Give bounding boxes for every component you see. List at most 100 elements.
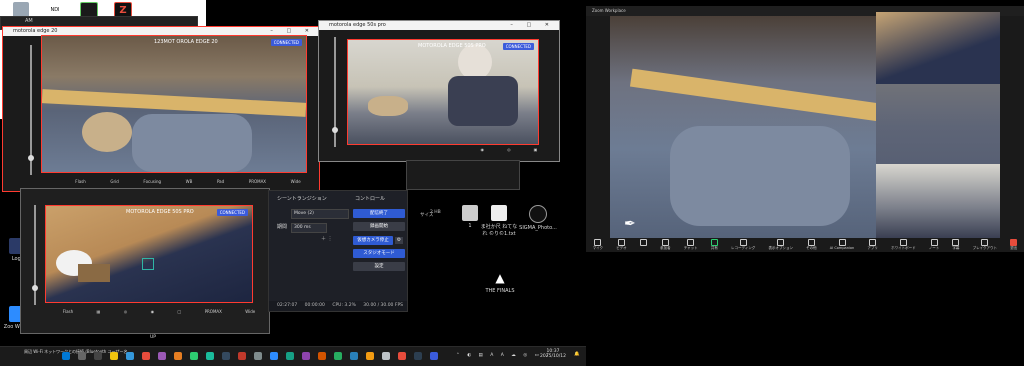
zoom-toolbar-whiteboard[interactable]: ホワイトボード xyxy=(891,238,916,252)
wb-control[interactable]: WB xyxy=(186,179,193,184)
desktop-icon-sigma[interactable]: SIGMA_Photo... xyxy=(518,205,558,231)
flash-control[interactable]: Flash xyxy=(75,179,85,184)
app-icon-8[interactable] xyxy=(286,352,294,360)
connected-badge: CONNECTED xyxy=(270,39,302,46)
zoom-slider[interactable] xyxy=(329,37,343,157)
promax-control[interactable]: PROMAX xyxy=(205,309,222,314)
zoom-toolbar-apps[interactable]: アプリ xyxy=(867,238,878,252)
zoom-gallery-tile-2 xyxy=(876,164,1000,238)
desktop-icon-finals[interactable]: ▲ THE FINALS xyxy=(482,270,518,294)
stop-streaming-button[interactable]: 配信終了 xyxy=(353,209,405,218)
zoom-toolbar-breakout[interactable]: ブレイクアウト xyxy=(973,238,997,252)
window-edge50[interactable]: motorola edge 50s pro – □ ✕ MOTOROLA EDG… xyxy=(318,20,560,162)
zoom-toolbar-ai[interactable]: AI Companion xyxy=(830,238,854,252)
zoom-slider[interactable] xyxy=(29,205,43,325)
edge-browser-icon[interactable] xyxy=(126,352,134,360)
zoom-toolbar-leave[interactable]: 退出 xyxy=(1010,238,1018,252)
app-icon-14[interactable] xyxy=(382,352,390,360)
start-recording-button[interactable]: 録画開始 xyxy=(353,222,405,231)
duration-input[interactable]: 300 ms xyxy=(291,223,327,233)
stream-time: 02:27:07 xyxy=(277,303,298,308)
wide-icon[interactable]: ▣ xyxy=(534,147,538,152)
start-icon[interactable] xyxy=(62,352,70,360)
slider-knob[interactable] xyxy=(32,285,38,291)
pad-control[interactable]: □ xyxy=(177,309,181,314)
chrome-icon[interactable] xyxy=(142,352,150,360)
window-background-strip xyxy=(406,160,520,190)
hb-label: 2 HB xyxy=(430,210,441,215)
zoom-toolbar-captions[interactable]: 字幕 xyxy=(952,238,960,252)
zoom-window[interactable]: Zoom Workplace ✒ マイク ビデオ 参加者 チャット 共有 レコー… xyxy=(586,6,1024,252)
title-bar[interactable]: motorola edge 50s pro – □ ✕ xyxy=(319,21,559,30)
person-body xyxy=(448,76,518,126)
settings-button[interactable]: 設定 xyxy=(353,262,405,271)
jacket-fabric xyxy=(670,126,850,226)
app-icon-1[interactable] xyxy=(158,352,166,360)
app-icon-16[interactable] xyxy=(414,352,422,360)
virtual-camera-settings-icon[interactable]: ⚙ xyxy=(395,237,403,244)
camera-label: MOTOROLA EDGE 50S PRO xyxy=(126,209,194,215)
flash-control[interactable]: Flash xyxy=(63,309,73,314)
window-controls[interactable]: – □ ✕ xyxy=(510,21,555,30)
camera-icon[interactable]: ◉ xyxy=(481,147,485,152)
app-icon-15[interactable] xyxy=(398,352,406,360)
zoom-toolbar-share[interactable]: 共有 xyxy=(710,238,718,252)
zoom-toolbar-view[interactable]: 表示オプション xyxy=(768,238,793,252)
zoom-toolbar-record[interactable]: レコーディング xyxy=(731,238,755,252)
app-icon-7[interactable] xyxy=(254,352,262,360)
app-icon-9[interactable] xyxy=(302,352,310,360)
app-icon-2[interactable] xyxy=(174,352,182,360)
app-icon-6[interactable] xyxy=(238,352,246,360)
grid-control[interactable]: ▦ xyxy=(97,309,101,314)
zoom-toolbar-participants[interactable]: 参加者 xyxy=(660,238,671,252)
zoom-taskbar-icon[interactable] xyxy=(270,352,278,360)
wide-control[interactable]: Wide xyxy=(291,179,301,184)
system-tray-icons[interactable]: ⌃ ◐ ▤ A A ☁ ◎ ▭ ♪ xyxy=(456,353,552,358)
clock[interactable]: 10:37 2025/10/12 xyxy=(540,349,566,359)
desktop-icon-txt[interactable]: ま社か尺 ねてなれ ©り©1.txt xyxy=(480,205,518,237)
zoom-toolbar-chat[interactable]: チャット xyxy=(684,238,698,252)
app-icon-4[interactable] xyxy=(206,352,214,360)
focus-control[interactable]: ◎ xyxy=(124,309,128,314)
obs-docks[interactable]: シーントランジション コントロール Move (2) 期間 300 ms ＋ ⋮… xyxy=(268,190,408,312)
app-icon-12[interactable] xyxy=(350,352,358,360)
search-icon[interactable] xyxy=(78,352,86,360)
app-icon-11[interactable] xyxy=(334,352,342,360)
promax-icon[interactable]: ◎ xyxy=(507,147,511,152)
slider-knob[interactable] xyxy=(28,155,34,161)
app-icon-17[interactable] xyxy=(430,352,438,360)
camera-icon[interactable]: ◉ xyxy=(151,309,155,314)
file-explorer-icon[interactable] xyxy=(110,352,118,360)
app-icon-3[interactable] xyxy=(190,352,198,360)
transition-add-remove[interactable]: ＋ ⋮ xyxy=(321,235,333,242)
wide-control[interactable]: Wide xyxy=(245,309,255,314)
stop-virtual-camera-button[interactable]: 仮想カメラ停止 xyxy=(353,236,393,245)
promax-control[interactable]: PROMAX xyxy=(249,179,266,184)
slider-knob[interactable] xyxy=(332,127,338,133)
app-icon-10[interactable] xyxy=(318,352,326,360)
zoom-toolbar-blank[interactable] xyxy=(639,238,647,252)
studio-mode-button[interactable]: スタジオモード xyxy=(353,249,405,258)
window-edge50-second[interactable]: MOTOROLA EDGE 50S PRO CONNECTED Flash ▦ … xyxy=(20,188,270,334)
notification-bell-icon[interactable]: 🔔 xyxy=(574,352,580,357)
zoom-toolbar-video[interactable]: ビデオ xyxy=(616,238,627,252)
pad-control[interactable]: Pad xyxy=(217,179,224,184)
app-icon-13[interactable] xyxy=(366,352,374,360)
zoom-main-video: ✒ xyxy=(610,16,881,238)
transition-select[interactable]: Move (2) xyxy=(291,209,349,219)
zoom-toolbar-more[interactable]: その他 xyxy=(806,238,817,252)
zoom-slider[interactable] xyxy=(23,45,43,195)
window-edge20[interactable]: motorola edge 20 – □ ✕ 123MOT OROLA EDGE… xyxy=(2,26,320,192)
folder-up[interactable]: UP xyxy=(150,335,156,340)
camera-controls: Flash Grid Focusing WB Pad PROMAX Wide xyxy=(63,179,313,184)
mannequin xyxy=(368,96,408,116)
app-icon-5[interactable] xyxy=(222,352,230,360)
zoom-toolbar-notes[interactable]: ノート xyxy=(929,238,939,252)
focus-control[interactable]: Focusing xyxy=(143,179,161,184)
controls-header: コントロール xyxy=(355,196,386,202)
cpu-usage: CPU: 3.2% xyxy=(332,303,356,308)
task-view-icon[interactable] xyxy=(94,352,102,360)
grid-control[interactable]: Grid xyxy=(110,179,118,184)
zoom-toolbar-mic[interactable]: マイク xyxy=(593,238,603,252)
camera-label: MOTOROLA EDGE 50S PRO xyxy=(418,43,486,49)
